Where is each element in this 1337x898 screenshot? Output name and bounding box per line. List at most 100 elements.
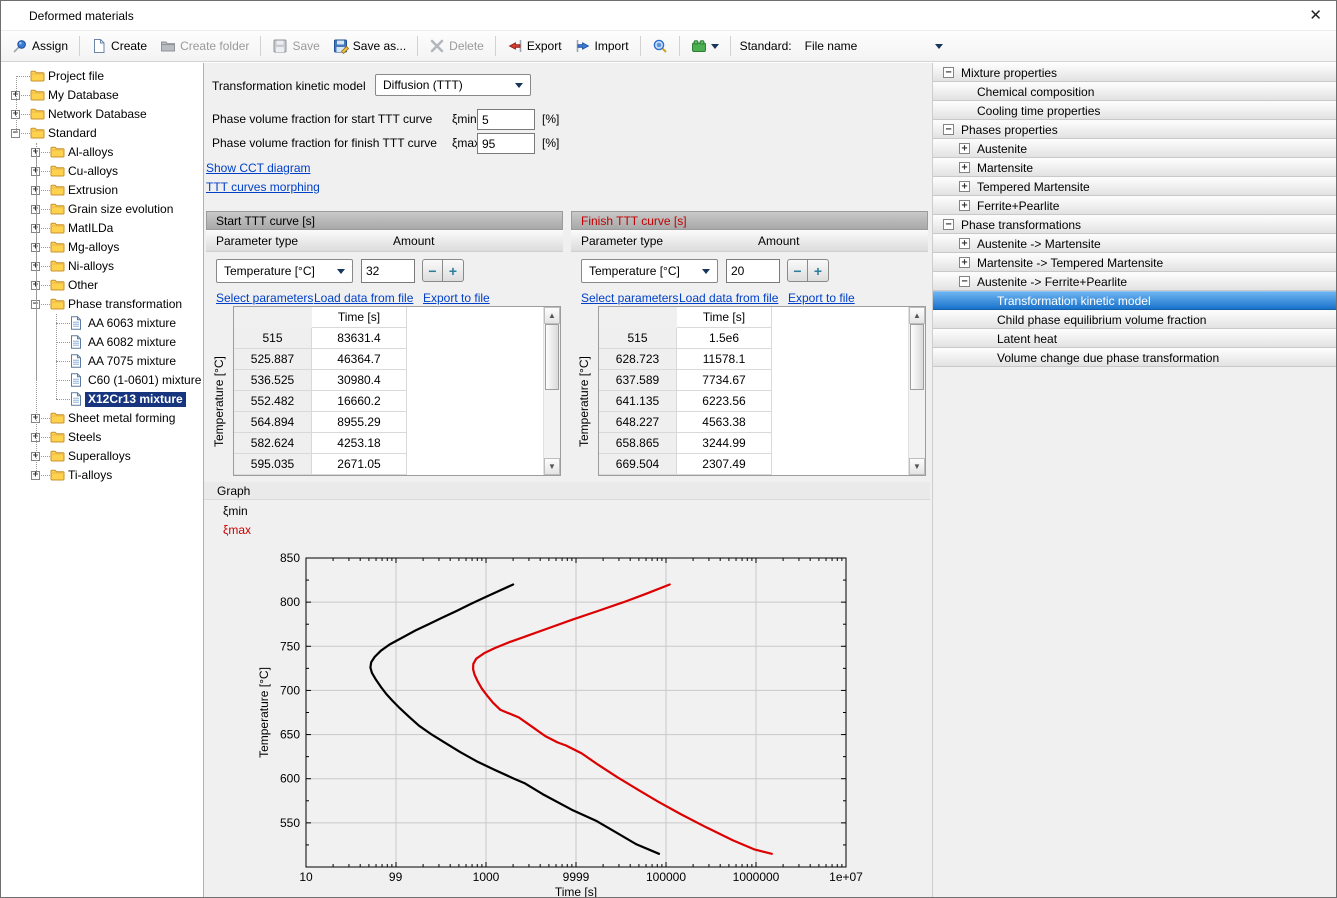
tree-item-label[interactable]: AA 6063 mixture [85, 316, 179, 331]
tree-item-label[interactable]: Other [65, 278, 101, 293]
tree-item-label[interactable]: Steels [65, 430, 104, 445]
tree-row[interactable]: −Standard [1, 124, 203, 143]
kinetic-model-select[interactable]: Diffusion (TTT) [375, 74, 531, 96]
tree-row[interactable]: +Other [1, 276, 203, 295]
tree-row[interactable]: +MatILDa [1, 219, 203, 238]
tree-row[interactable]: +Network Database [1, 105, 203, 124]
scroll-up-button[interactable]: ▲ [544, 307, 560, 324]
tree-item-label[interactable]: Ni-alloys [65, 259, 117, 274]
tree-item-label[interactable]: X12Cr13 mixture [85, 392, 186, 407]
temperature-cell[interactable]: 536.525 [234, 370, 312, 391]
property-row[interactable]: +Martensite -> Tempered Martensite [933, 253, 1336, 272]
select-parameters-link[interactable]: Select parameters [581, 291, 678, 305]
fraction-start-input[interactable] [477, 109, 535, 130]
tree-item-label[interactable]: Extrusion [65, 183, 121, 198]
parameter-type-select[interactable]: Temperature [°C] [581, 259, 718, 283]
tree-row[interactable]: AA 6082 mixture [1, 333, 203, 352]
temperature-cell[interactable]: 515 [234, 328, 312, 349]
tree-row[interactable]: +Cu-alloys [1, 162, 203, 181]
time-cell[interactable]: 30980.4 [312, 370, 407, 391]
tree-row[interactable]: +Ti-alloys [1, 466, 203, 485]
time-cell[interactable]: 46364.7 [312, 349, 407, 370]
property-row[interactable]: +Tempered Martensite [933, 177, 1336, 196]
scroll-down-button[interactable]: ▼ [909, 458, 925, 475]
standard-filename-dropdown[interactable]: File name [799, 36, 949, 56]
temperature-cell[interactable]: 648.227 [599, 412, 677, 433]
ttt-curves-morphing-link[interactable]: TTT curves morphing [206, 180, 320, 194]
temperature-cell[interactable]: 628.723 [599, 349, 677, 370]
time-cell[interactable]: 4563.38 [677, 412, 772, 433]
tree-item-label[interactable]: Mg-alloys [65, 240, 122, 255]
tree-row[interactable]: +Superalloys [1, 447, 203, 466]
create-button[interactable]: Create [85, 35, 153, 57]
collapse-expander-icon[interactable]: − [943, 67, 954, 78]
property-row[interactable]: Chemical composition [933, 82, 1336, 101]
property-row[interactable]: −Phases properties [933, 120, 1336, 139]
temperature-cell[interactable]: 669.504 [599, 454, 677, 475]
time-cell[interactable]: 4253.18 [312, 433, 407, 454]
amount-input[interactable] [361, 259, 415, 283]
load-data-link[interactable]: Load data from file [679, 291, 778, 305]
time-cell[interactable]: 6223.56 [677, 391, 772, 412]
temperature-cell[interactable]: 641.135 [599, 391, 677, 412]
search-button[interactable] [646, 35, 674, 57]
time-cell[interactable]: 1.5e6 [677, 328, 772, 349]
scroll-up-button[interactable]: ▲ [909, 307, 925, 324]
temperature-cell[interactable]: 658.865 [599, 433, 677, 454]
tree-row[interactable]: +Al-alloys [1, 143, 203, 162]
increment-button[interactable]: + [808, 259, 829, 282]
property-row[interactable]: −Austenite -> Ferrite+Pearlite [933, 272, 1336, 291]
expand-expander-icon[interactable]: + [959, 200, 970, 211]
scrollbar-thumb[interactable] [545, 324, 559, 390]
tree-item-label[interactable]: C60 (1-0601) mixture [85, 373, 204, 388]
time-cell[interactable]: 2671.05 [312, 454, 407, 475]
tree-row[interactable]: −Phase transformation [1, 295, 203, 314]
expand-expander-icon[interactable]: + [959, 238, 970, 249]
tree-row[interactable]: AA 6063 mixture [1, 314, 203, 333]
temperature-cell[interactable]: 595.035 [234, 454, 312, 475]
tree-item-label[interactable]: MatILDa [65, 221, 116, 236]
export-button[interactable]: Export [501, 35, 568, 57]
scroll-down-button[interactable]: ▼ [544, 458, 560, 475]
collapse-expander-icon[interactable]: − [943, 219, 954, 230]
temperature-cell[interactable]: 637.589 [599, 370, 677, 391]
time-cell[interactable]: 2307.49 [677, 454, 772, 475]
property-row[interactable]: +Ferrite+Pearlite [933, 196, 1336, 215]
temperature-cell[interactable]: 582.624 [234, 433, 312, 454]
expand-expander-icon[interactable]: + [959, 181, 970, 192]
property-row[interactable]: Latent heat [933, 329, 1336, 348]
temperature-cell[interactable]: 525.887 [234, 349, 312, 370]
scrollbar-thumb[interactable] [910, 324, 924, 390]
export-file-link[interactable]: Export to file [788, 291, 855, 305]
fraction-finish-input[interactable] [477, 133, 535, 154]
property-row[interactable]: +Austenite -> Martensite [933, 234, 1336, 253]
tree-item-label[interactable]: Network Database [45, 107, 150, 122]
expand-expander-icon[interactable]: + [959, 162, 970, 173]
collapse-expander-icon[interactable]: − [943, 124, 954, 135]
show-cct-diagram-link[interactable]: Show CCT diagram [206, 161, 310, 175]
tree-item-label[interactable]: Grain size evolution [65, 202, 176, 217]
tree-item-label[interactable]: Standard [45, 126, 100, 141]
time-cell[interactable]: 16660.2 [312, 391, 407, 412]
tree-item-label[interactable]: Project file [45, 69, 107, 84]
save-as-button[interactable]: Save as... [327, 35, 412, 57]
import-button[interactable]: Import [569, 35, 635, 57]
tree-item-label[interactable]: Sheet metal forming [65, 411, 178, 426]
export-file-link[interactable]: Export to file [423, 291, 490, 305]
decrement-button[interactable]: − [787, 259, 808, 282]
time-cell[interactable]: 11578.1 [677, 349, 772, 370]
time-cell[interactable]: 8955.29 [312, 412, 407, 433]
decrement-button[interactable]: − [422, 259, 443, 282]
tree-row[interactable]: +Ni-alloys [1, 257, 203, 276]
expand-expander-icon[interactable]: + [959, 143, 970, 154]
tree-row[interactable]: C60 (1-0601) mixture [1, 371, 203, 390]
time-cell[interactable]: 83631.4 [312, 328, 407, 349]
property-row[interactable]: Cooling time properties [933, 101, 1336, 120]
tree-item-label[interactable]: My Database [45, 88, 122, 103]
tree-item-label[interactable]: AA 7075 mixture [85, 354, 179, 369]
tree-item-label[interactable]: Cu-alloys [65, 164, 121, 179]
tree-row[interactable]: +Grain size evolution [1, 200, 203, 219]
table-scrollbar[interactable]: ▲▼ [543, 307, 560, 475]
tree-item-label[interactable]: Superalloys [65, 449, 134, 464]
select-parameters-link[interactable]: Select parameters [216, 291, 313, 305]
